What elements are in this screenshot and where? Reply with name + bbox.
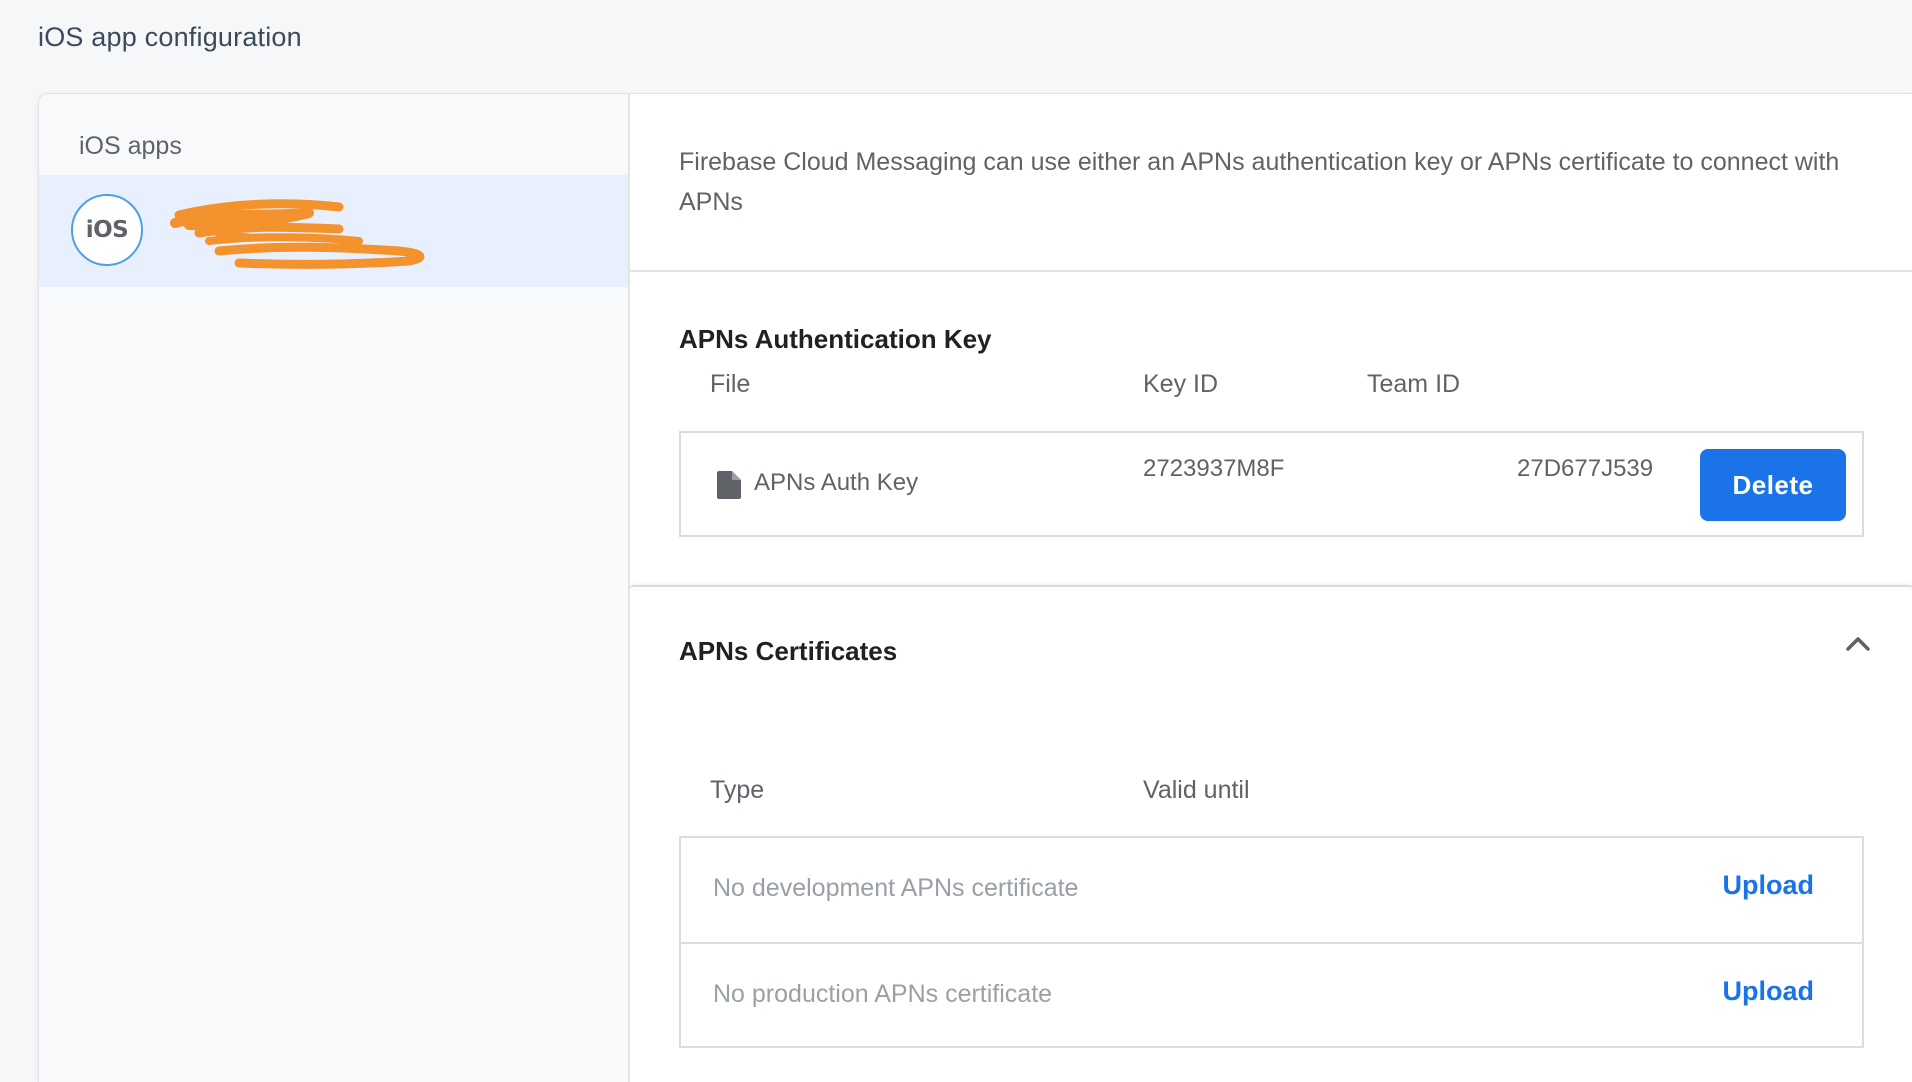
page-title: iOS app configuration	[38, 22, 302, 52]
ios-app-icon: iOS	[71, 194, 143, 266]
auth-key-row: APNs Auth Key 2723937M8F 27D677J539 Dele…	[679, 431, 1864, 537]
main-panel: Firebase Cloud Messaging can use either …	[630, 94, 1912, 1082]
dev-cert-label: No development APNs certificate	[713, 874, 1079, 902]
col-valid-until: Valid until	[1143, 776, 1250, 804]
certificates-panel-edge	[630, 585, 1912, 589]
auth-key-id: 2723937M8F	[1143, 455, 1285, 482]
col-team-id: Team ID	[1367, 370, 1461, 398]
sidebar: iOS apps iOS	[39, 94, 630, 1082]
upload-prod-cert-button[interactable]: Upload	[1723, 976, 1815, 1007]
delete-button[interactable]: Delete	[1700, 449, 1846, 521]
col-key-id: Key ID	[1143, 370, 1219, 398]
chevron-up-icon[interactable]	[1845, 634, 1871, 652]
col-file: File	[710, 370, 751, 398]
table-row: No production APNs certificate Upload	[681, 942, 1862, 1046]
file-icon	[717, 471, 741, 499]
certificates-title: APNs Certificates	[679, 636, 898, 666]
col-type: Type	[710, 776, 765, 804]
divider	[630, 270, 1912, 272]
config-card: iOS apps iOS Firebase Cloud Messaging ca…	[38, 93, 1912, 1082]
table-row: No development APNs certificate Upload	[681, 838, 1862, 942]
auth-key-file: APNs Auth Key	[754, 469, 919, 496]
auth-key-title: APNs Authentication Key	[679, 324, 992, 354]
prod-cert-label: No production APNs certificate	[713, 980, 1053, 1008]
sidebar-item-ios-app[interactable]: iOS	[39, 175, 628, 287]
redaction-scribble	[170, 199, 425, 269]
auth-team-id: 27D677J539	[1517, 455, 1654, 482]
sidebar-title: iOS apps	[79, 132, 182, 160]
upload-dev-cert-button[interactable]: Upload	[1723, 870, 1815, 901]
intro-text: Firebase Cloud Messaging can use either …	[679, 148, 1840, 216]
certificates-table: No development APNs certificate Upload N…	[679, 836, 1864, 1048]
